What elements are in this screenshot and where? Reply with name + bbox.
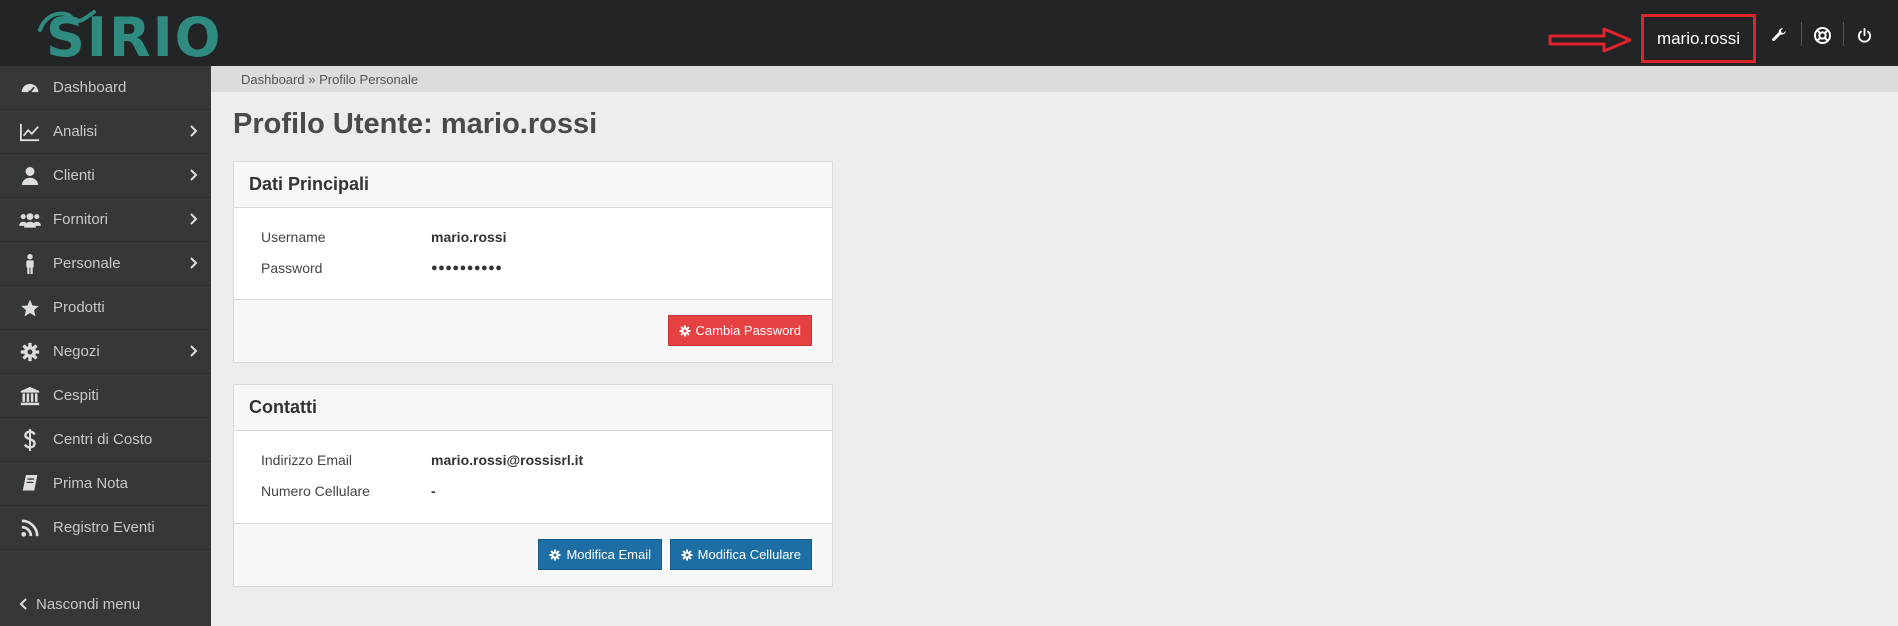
divider: [1801, 22, 1802, 46]
red-arrow-annotation: [1548, 27, 1632, 53]
panel-footer: Modifica Cellulare Modifica Email: [234, 524, 832, 586]
dollar-icon: [19, 428, 41, 451]
divider: [1843, 22, 1844, 46]
email-value: mario.rossi@rossisrl.it: [431, 452, 584, 468]
book-icon: [19, 473, 41, 495]
email-label: Indirizzo Email: [261, 452, 353, 468]
sirio-logo[interactable]: SIRIO: [22, 6, 221, 66]
bank-icon: [19, 385, 41, 407]
username-label: mario.rossi: [1656, 28, 1741, 48]
sidebar-item-label: Registro Eventi: [53, 519, 155, 536]
sidebar: Dashboard Analisi Clienti Fornitori Pers…: [0, 66, 211, 626]
wrench-icon[interactable]: [1768, 24, 1790, 46]
sidebar-item-label: Clienti: [53, 167, 95, 184]
hide-menu-button[interactable]: Nascondi menu: [0, 582, 211, 626]
top-navbar: SIRIO mario.rossi: [0, 0, 1898, 66]
panel-heading: Dati Principali: [234, 162, 832, 208]
breadcrumb-current: Profilo Personale: [319, 71, 419, 87]
panel-heading: Contatti: [234, 385, 832, 431]
sidebar-item-label: Cespiti: [53, 387, 99, 404]
chevron-right-icon: [190, 345, 198, 357]
sidebar-item-dashboard[interactable]: Dashboard: [0, 66, 211, 110]
sidebar-item-prodotti[interactable]: Prodotti: [0, 286, 211, 330]
gear-icon: [679, 325, 690, 336]
person-icon: [19, 253, 41, 275]
panel-body: Indirizzo Email mario.rossi@rossisrl.it …: [234, 431, 832, 524]
breadcrumb: Dashboard » Profilo Personale: [211, 66, 1898, 92]
sidebar-item-cespiti[interactable]: Cespiti: [0, 374, 211, 418]
sidebar-item-label: Analisi: [53, 123, 98, 140]
username-value: mario.rossi: [431, 229, 507, 245]
sidebar-item-fornitori[interactable]: Fornitori: [0, 198, 211, 242]
dashboard-icon: [19, 77, 41, 99]
sidebar-item-label: Dashboard: [53, 79, 127, 96]
chevron-right-icon: [190, 169, 198, 181]
line-chart-icon: [19, 121, 41, 143]
lifebuoy-icon[interactable]: [1811, 24, 1833, 46]
password-value: ●●●●●●●●●●: [431, 262, 503, 274]
sidebar-item-clienti[interactable]: Clienti: [0, 154, 211, 198]
phone-label: Numero Cellulare: [261, 483, 370, 499]
sidebar-item-label: Prodotti: [53, 299, 105, 316]
chevron-right-icon: [190, 125, 198, 137]
sidebar-item-label: Centri di Costo: [53, 431, 153, 448]
sidebar-item-label: Fornitori: [53, 211, 109, 228]
panel-footer: Cambia Password: [234, 300, 832, 362]
change-password-label: Cambia Password: [695, 323, 802, 338]
chevron-right-icon: [190, 257, 198, 269]
user-icon: [19, 165, 41, 187]
sidebar-item-negozi[interactable]: Negozi: [0, 330, 211, 374]
dati-principali-panel: Dati Principali Username mario.rossi Pas…: [233, 161, 833, 363]
sidebar-item-label: Personale: [53, 255, 121, 272]
password-label: Password: [261, 260, 323, 276]
page-title: Profilo Utente: mario.rossi: [233, 108, 598, 140]
gear-icon: [681, 549, 693, 560]
chevron-left-icon: [19, 598, 27, 610]
sidebar-item-prima-nota[interactable]: Prima Nota: [0, 462, 211, 506]
gear-icon: [549, 549, 561, 560]
breadcrumb-separator: »: [304, 71, 320, 87]
panel-body: Username mario.rossi Password ●●●●●●●●●●: [234, 208, 832, 300]
sidebar-item-label: Prima Nota: [53, 475, 129, 492]
edit-phone-label: Modifica Cellulare: [697, 547, 801, 562]
sidebar-item-personale[interactable]: Personale: [0, 242, 211, 286]
change-password-button[interactable]: Cambia Password: [667, 315, 812, 346]
chevron-right-icon: [190, 213, 198, 225]
edit-email-label: Modifica Email: [566, 547, 651, 562]
users-icon: [19, 209, 41, 231]
contatti-panel: Contatti Indirizzo Email mario.rossi@ros…: [233, 384, 833, 587]
edit-email-button[interactable]: Modifica Email: [538, 539, 662, 570]
sidebar-item-analisi[interactable]: Analisi: [0, 110, 211, 154]
star-icon: [19, 297, 41, 319]
logo-text: SIRIO: [46, 6, 223, 69]
sidebar-item-centri-di-costo[interactable]: Centri di Costo: [0, 418, 211, 462]
phone-value: -: [431, 483, 436, 499]
user-menu[interactable]: mario.rossi: [1641, 14, 1756, 63]
edit-phone-button[interactable]: Modifica Cellulare: [669, 539, 812, 570]
gear-icon: [19, 341, 41, 363]
hide-menu-label: Nascondi menu: [36, 595, 141, 613]
breadcrumb-dashboard-link[interactable]: Dashboard: [241, 72, 305, 87]
sidebar-item-registro-eventi[interactable]: Registro Eventi: [0, 506, 211, 550]
username-label: Username: [261, 229, 326, 245]
power-icon[interactable]: [1853, 24, 1875, 46]
rss-icon: [19, 517, 41, 539]
sidebar-item-label: Negozi: [53, 343, 100, 360]
